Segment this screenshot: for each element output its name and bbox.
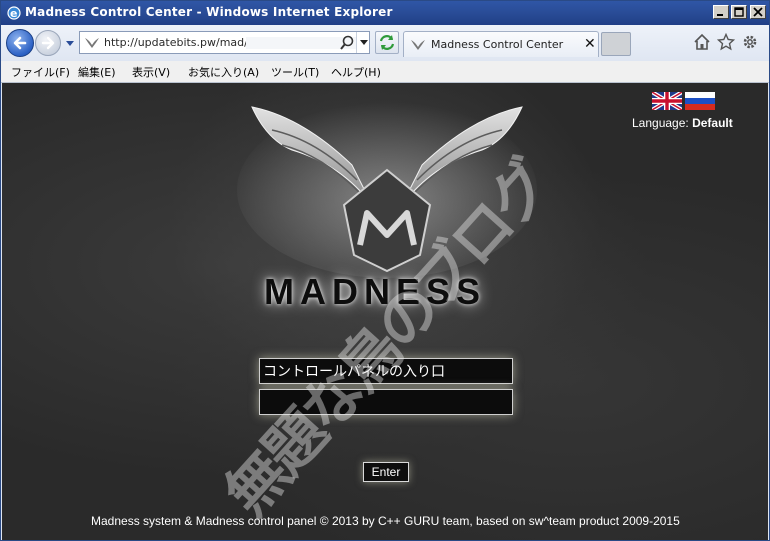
window-title: Madness Control Center - Windows Interne…: [25, 5, 393, 19]
enter-button[interactable]: Enter: [363, 462, 409, 482]
back-button[interactable]: [6, 29, 34, 57]
menu-file[interactable]: ファイル(F): [11, 64, 70, 80]
new-tab-button[interactable]: [601, 32, 631, 56]
history-dropdown-icon[interactable]: [65, 40, 75, 48]
menu-help[interactable]: ヘルプ(H): [331, 64, 381, 80]
menu-favorites[interactable]: お気に入り(A): [188, 64, 259, 80]
forward-button[interactable]: [35, 30, 61, 56]
menu-edit[interactable]: 編集(E): [78, 64, 116, 80]
ie-logo-icon: e: [7, 6, 21, 20]
address-bar[interactable]: http://updatebits.pw/mad/: [79, 31, 370, 54]
uk-flag-icon[interactable]: [652, 92, 682, 110]
menu-tools[interactable]: ツール(T): [271, 64, 319, 80]
footer-copyright: Madness system & Madness control panel ©…: [91, 514, 680, 528]
refresh-button[interactable]: [375, 31, 399, 54]
language-indicator: Language: Default: [632, 116, 733, 130]
address-url[interactable]: http://updatebits.pw/mad/: [104, 36, 248, 49]
star-icon[interactable]: [717, 33, 735, 51]
refresh-icon: [379, 35, 395, 50]
minimize-button[interactable]: [713, 5, 729, 19]
back-arrow-icon: [13, 36, 27, 50]
close-window-button[interactable]: [750, 5, 766, 19]
page-content: Language: Default MADNESS コントロールパネルの入り口 …: [2, 83, 768, 540]
language-label: Language:: [632, 116, 689, 130]
site-favicon-icon: [85, 38, 99, 48]
navigation-toolbar: http://updatebits.pw/mad/ Madness Contro…: [1, 25, 769, 61]
tab-label: Madness Control Center: [431, 38, 564, 51]
search-icon[interactable]: [338, 34, 356, 52]
home-icon[interactable]: [693, 33, 711, 51]
address-dropdown-button[interactable]: [356, 32, 371, 53]
tab-madness-control-center[interactable]: Madness Control Center ✕: [403, 31, 599, 57]
menu-bar: ファイル(F) 編集(E) 表示(V) お気に入り(A) ツール(T) ヘルプ(…: [1, 61, 769, 83]
forward-arrow-icon: [41, 36, 55, 50]
browser-window: e Madness Control Center - Windows Inter…: [0, 0, 770, 541]
svg-text:e: e: [10, 7, 17, 20]
maximize-button[interactable]: [731, 5, 747, 19]
title-bar: e Madness Control Center - Windows Inter…: [1, 1, 769, 25]
close-tab-button[interactable]: ✕: [584, 36, 596, 52]
gear-icon[interactable]: [741, 33, 759, 51]
language-value[interactable]: Default: [692, 116, 733, 130]
menu-view[interactable]: 表示(V): [132, 64, 170, 80]
tab-favicon-icon: [411, 40, 425, 50]
russia-flag-icon[interactable]: [685, 92, 715, 110]
